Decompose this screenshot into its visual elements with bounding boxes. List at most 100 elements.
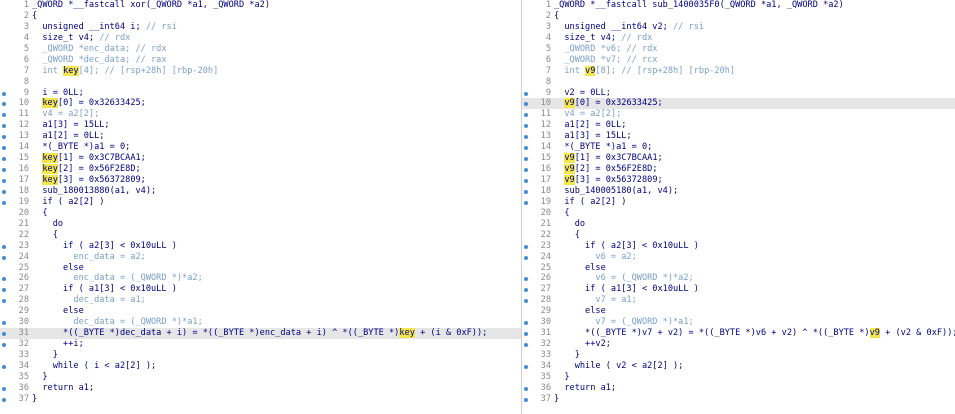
code-text[interactable]: { (32, 230, 58, 241)
code-text[interactable]: size_t v4; // rdx (32, 33, 130, 44)
code-text[interactable]: { (554, 230, 580, 241)
code-line[interactable]: 23 if ( a2[3] < 0x10uLL ) (0, 241, 521, 252)
code-text[interactable]: while ( i < a2[2] ); (32, 361, 157, 372)
code-line[interactable]: 7 int key[4]; // [rsp+28h] [rbp-20h] (0, 65, 521, 77)
code-text[interactable]: int v9[8]; // [rsp+28h] [rbp-20h] (554, 65, 735, 77)
code-line[interactable]: 36 return a1; (522, 383, 955, 394)
code-line[interactable]: 22 { (0, 230, 521, 241)
code-text[interactable]: } (554, 372, 569, 383)
code-line[interactable]: 22 { (522, 230, 955, 241)
code-line[interactable]: 18 sub_180013880(a1, v4); (0, 186, 521, 197)
code-text[interactable]: } (554, 394, 559, 405)
code-text[interactable]: return a1; (32, 383, 94, 394)
code-text[interactable]: do (32, 219, 63, 230)
code-line[interactable]: 3 unsigned __int64 v2; // rsi (522, 22, 955, 33)
code-text[interactable]: } (32, 394, 37, 405)
code-text[interactable]: if ( a2[3] < 0x10uLL ) (554, 241, 699, 252)
code-line[interactable]: 19 if ( a2[2] ) (522, 197, 955, 208)
code-line[interactable]: 10 key[0] = 0x32633425; (0, 98, 521, 109)
code-text[interactable]: _QWORD *v6; // rdx (554, 44, 657, 55)
code-text[interactable]: return a1; (554, 383, 616, 394)
code-text[interactable]: { (554, 11, 559, 22)
code-text[interactable]: while ( v2 < a2[2] ); (554, 361, 684, 372)
code-line[interactable]: 19 if ( a2[2] ) (0, 197, 521, 208)
code-line[interactable]: 4 size_t v4; // rdx (522, 33, 955, 44)
code-text[interactable]: _QWORD *dec_data; // rax (32, 55, 166, 66)
code-text[interactable]: { (32, 208, 47, 219)
right-pseudocode-pane[interactable]: 1 _QWORD *__fastcall sub_1400035F0(_QWORD… (522, 0, 955, 414)
code-text[interactable]: _QWORD *__fastcall xor(_QWORD *a1, _QWOR… (32, 0, 270, 11)
code-line[interactable]: 13 a1[2] = 0LL; (0, 131, 521, 142)
code-text[interactable]: else (554, 263, 606, 274)
code-line[interactable]: 2{ (0, 11, 521, 22)
code-line[interactable]: 35 } (0, 372, 521, 383)
code-text[interactable]: _QWORD *v7; // rcx (554, 55, 657, 66)
code-line[interactable]: 1 _QWORD *__fastcall sub_1400035F0(_QWORD… (522, 0, 955, 11)
code-text[interactable]: key[2] = 0x56F2E8D; (32, 164, 141, 175)
code-line[interactable]: 4 size_t v4; // rdx (0, 33, 521, 44)
code-line[interactable]: 6 _QWORD *v7; // rcx (522, 55, 955, 66)
code-text[interactable]: a1[3] = 15LL; (554, 131, 631, 142)
code-line[interactable]: 7 int v9[8]; // [rsp+28h] [rbp-20h] (522, 65, 955, 77)
code-text[interactable]: _QWORD *enc_data; // rdx (32, 44, 166, 55)
code-line[interactable]: 9 v2 = 0LL; (522, 88, 955, 99)
code-text[interactable]: else (32, 263, 84, 274)
code-line[interactable]: 17 v9[3] = 0x56372809; (522, 175, 955, 186)
code-line[interactable]: 37} (0, 394, 521, 405)
code-line[interactable]: 3 unsigned __int64 i; // rsi (0, 22, 521, 33)
code-text[interactable]: _QWORD *__fastcall sub_1400035F0(_QWORD … (554, 0, 844, 11)
code-line[interactable]: 15 v9[1] = 0x3C7BCAA1; (522, 153, 955, 164)
code-line[interactable]: 5 _QWORD *enc_data; // rdx (0, 44, 521, 55)
code-text[interactable]: key[0] = 0x32633425; (32, 98, 146, 109)
code-line[interactable]: 16 v9[2] = 0x56F2E8D; (522, 164, 955, 175)
code-line[interactable]: 11 v4 = a2[2]; (522, 109, 955, 120)
code-line[interactable]: 14 *(_BYTE *)a1 = 0; (522, 142, 955, 153)
code-text[interactable]: if ( a2[2] ) (32, 197, 104, 208)
code-text[interactable]: if ( a1[3] < 0x10uLL ) (32, 284, 177, 295)
code-text[interactable]: enc_data = a2; (32, 252, 145, 263)
code-text[interactable]: a1[3] = 15LL; (32, 120, 109, 131)
code-line[interactable]: 28 dec_data = a1; (0, 295, 521, 306)
code-line[interactable]: 21 do (522, 219, 955, 230)
code-line[interactable]: 30 v7 = (_QWORD *)*a1; (522, 317, 955, 328)
code-line[interactable]: 9 i = 0LL; (0, 88, 521, 99)
code-text[interactable]: a1[2] = 0LL; (554, 120, 626, 131)
code-text[interactable]: else (554, 306, 606, 317)
code-line[interactable]: 25 else (0, 263, 521, 274)
code-text[interactable]: { (554, 208, 569, 219)
code-line[interactable]: 32 ++v2; (522, 339, 955, 350)
code-line[interactable]: 20 { (0, 208, 521, 219)
code-line[interactable]: 24 v6 = a2; (522, 252, 955, 263)
code-text[interactable]: v7 = (_QWORD *)*a1; (554, 317, 693, 328)
left-pseudocode-pane[interactable]: 1 _QWORD *__fastcall xor(_QWORD *a1, _QWO… (0, 0, 522, 414)
code-line[interactable]: 28 v7 = a1; (522, 295, 955, 306)
code-line[interactable]: 1 _QWORD *__fastcall xor(_QWORD *a1, _QWO… (0, 0, 521, 11)
code-text[interactable]: *(_BYTE *)a1 = 0; (554, 142, 652, 153)
code-text[interactable]: v4 = a2[2]; (32, 109, 99, 120)
code-line[interactable]: 27 if ( a1[3] < 0x10uLL ) (0, 284, 521, 295)
code-line[interactable]: 24 enc_data = a2; (0, 252, 521, 263)
code-line[interactable]: 2{ (522, 11, 955, 22)
code-text[interactable]: dec_data = a1; (32, 295, 145, 306)
code-line[interactable]: 12 a1[3] = 15LL; (0, 120, 521, 131)
code-line[interactable]: 23 if ( a2[3] < 0x10uLL ) (522, 241, 955, 252)
code-line[interactable]: 21 do (0, 219, 521, 230)
code-line[interactable]: 29 else (0, 306, 521, 317)
code-text[interactable]: unsigned __int64 v2; // rsi (554, 22, 704, 33)
code-text[interactable]: v6 = (_QWORD *)*a2; (554, 273, 693, 284)
code-line[interactable]: 15 key[1] = 0x3C7BCAA1; (0, 153, 521, 164)
code-text[interactable]: } (32, 372, 47, 383)
code-line[interactable]: 26 enc_data = (_QWORD *)*a2; (0, 273, 521, 284)
code-line[interactable]: 33 } (522, 350, 955, 361)
code-text[interactable]: size_t v4; // rdx (554, 33, 652, 44)
code-text[interactable]: *((_BYTE *)v7 + v2) = *((_BYTE *)v6 + v2… (554, 328, 955, 339)
code-text[interactable]: do (554, 219, 585, 230)
code-text[interactable]: v6 = a2; (554, 252, 636, 263)
code-line[interactable]: 34 while ( v2 < a2[2] ); (522, 361, 955, 372)
code-text[interactable]: ++v2; (554, 339, 611, 350)
code-line[interactable]: 26 v6 = (_QWORD *)*a2; (522, 273, 955, 284)
code-line[interactable]: 25 else (522, 263, 955, 274)
code-line[interactable]: 35 } (522, 372, 955, 383)
code-line[interactable]: 17 key[3] = 0x56372809; (0, 175, 521, 186)
code-text[interactable]: v9[0] = 0x32633425; (554, 98, 663, 109)
